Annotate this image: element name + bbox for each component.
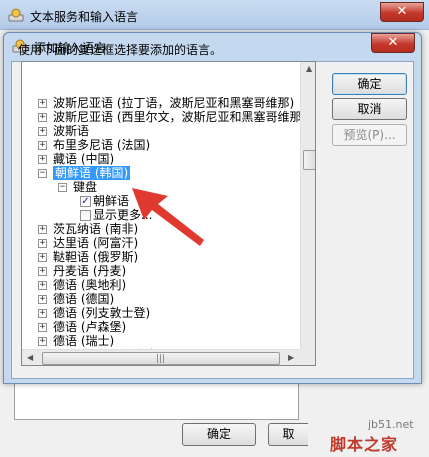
preview-button[interactable]: 预览(P)... [332, 124, 407, 146]
outer-cancel-button[interactable]: 取 [268, 423, 308, 446]
expand-icon[interactable]: + [38, 127, 47, 136]
scroll-up-icon[interactable]: ▲ [306, 64, 312, 73]
tree-row-label: 键盘 [73, 180, 98, 194]
vertical-scroll-thumb[interactable] [303, 150, 315, 170]
expand-icon[interactable]: + [38, 323, 47, 332]
language-checkbox[interactable] [80, 210, 91, 221]
scroll-right-icon[interactable]: ▶ [288, 353, 294, 362]
instruction-text: 使用下面的复选框选择要添加的语言。 [18, 43, 223, 57]
tree-row-label: 德语 (德国) [53, 292, 115, 306]
tree-row-label: 德语 (列支敦士登) [53, 306, 151, 320]
dialog-close-button[interactable]: ✕ [371, 33, 415, 53]
expand-icon[interactable]: + [38, 281, 47, 290]
tree-row-label: 波斯尼亚语 (西里尔文，波斯尼亚和黑塞哥维那) [53, 110, 307, 124]
expand-icon[interactable]: + [38, 295, 47, 304]
language-checkbox[interactable]: ✓ [80, 196, 91, 207]
outer-close-button[interactable]: ✕ [380, 2, 424, 22]
tree-row-label: 波斯语 [53, 124, 90, 138]
collapse-icon[interactable]: − [38, 169, 47, 178]
tree-row-label: 鞑靼语 (俄罗斯) [53, 250, 139, 264]
collapse-icon[interactable]: − [58, 183, 67, 192]
tree-row-label: 德语 (奥地利) [53, 278, 127, 292]
watermark-domain: jb51.net [368, 418, 414, 431]
expand-icon[interactable]: + [38, 225, 47, 234]
horizontal-scrollbar[interactable]: ◀ ||| ▶ [22, 349, 300, 365]
outer-ok-button[interactable]: 确定 [182, 423, 256, 446]
dialog-ok-button[interactable]: 确定 [332, 73, 407, 95]
expand-icon[interactable]: + [38, 155, 47, 164]
keyboard-globe-icon [8, 8, 24, 22]
vertical-scrollbar[interactable]: ▲ [300, 62, 315, 349]
expand-icon[interactable]: + [38, 239, 47, 248]
expand-icon[interactable]: + [38, 141, 47, 150]
expand-icon[interactable]: + [38, 309, 47, 318]
scroll-corner [300, 349, 315, 365]
tree-row-label: 布里多尼语 (法国) [53, 138, 151, 152]
expand-icon[interactable]: + [38, 267, 47, 276]
dialog-cancel-button[interactable]: 取消 [332, 98, 407, 120]
expand-icon[interactable]: + [38, 99, 47, 108]
expand-icon[interactable]: + [38, 337, 47, 346]
expand-icon[interactable]: + [38, 253, 47, 262]
tree-row-label: 丹麦语 (丹麦) [53, 264, 127, 278]
tree-row-label: 德语 (卢森堡) [53, 320, 127, 334]
outer-installed-list[interactable] [14, 380, 299, 420]
outer-window-titlebar: 文本服务和输入语言 ✕ [0, 0, 429, 30]
tree-row-label: 波斯尼亚语 (拉丁语，波斯尼亚和黑塞哥维那) [53, 96, 295, 110]
expand-icon[interactable]: + [38, 113, 47, 122]
horizontal-scroll-thumb[interactable]: ||| [42, 352, 280, 365]
tree-row-label: 藏语 (中国) [53, 152, 115, 166]
red-arrow-icon [132, 188, 204, 246]
grip-icon: ||| [156, 354, 166, 364]
outer-window-title: 文本服务和输入语言 [30, 10, 139, 24]
scroll-left-icon[interactable]: ◀ [27, 353, 33, 362]
tree-row-label: 朝鲜语 (韩国) [53, 166, 131, 180]
watermark-brand: 脚本之家 [330, 435, 399, 454]
tree-row-label: 德语 (瑞士) [53, 334, 115, 348]
